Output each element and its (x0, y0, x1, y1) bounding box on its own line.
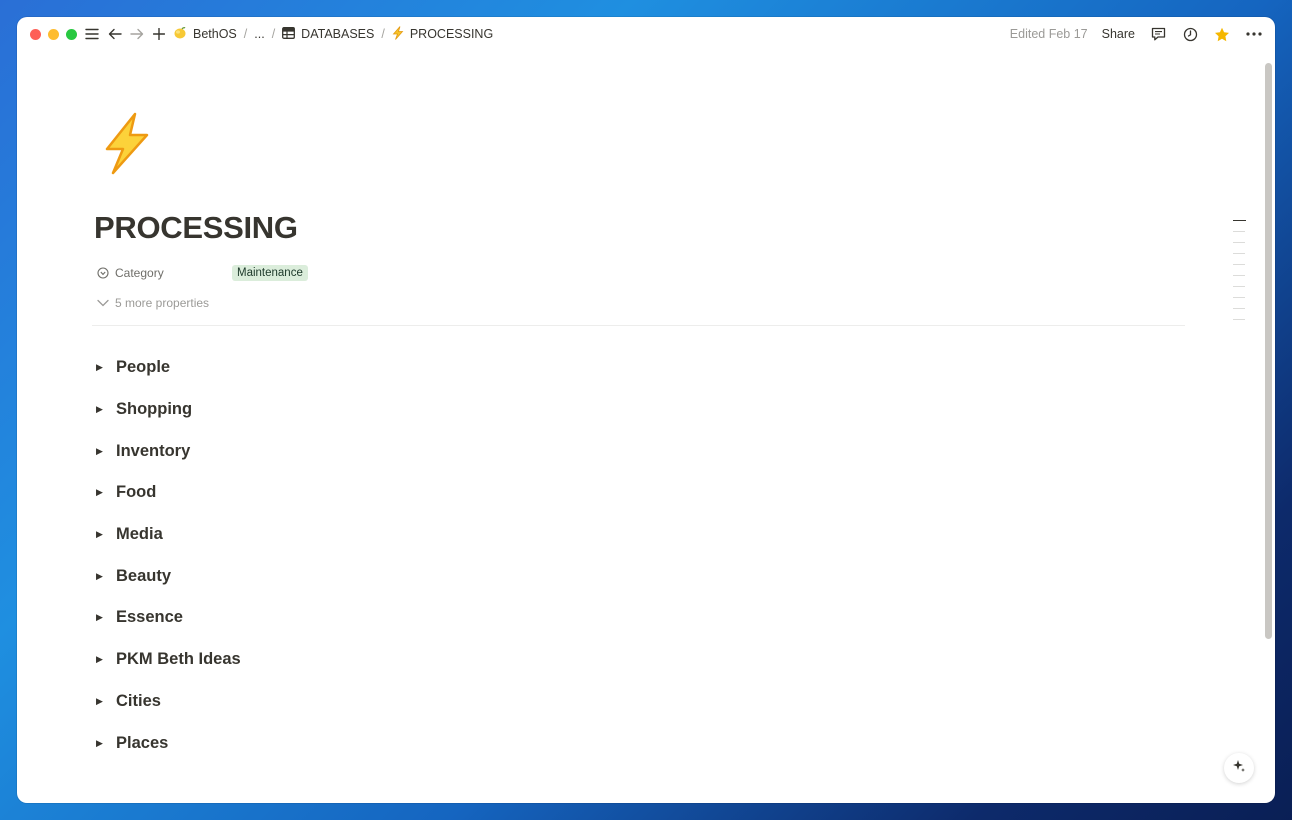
toggle-triangle-icon[interactable]: ▶ (96, 404, 108, 415)
toggle-list: ▶ People ▶ Shopping ▶ Inventory ▶ Food ▶ Medi… (96, 347, 241, 764)
select-property-icon (97, 267, 109, 279)
chevron-down-icon (97, 296, 109, 310)
more-options-icon[interactable] (1245, 25, 1263, 43)
favorite-star-icon[interactable] (1213, 25, 1231, 43)
breadcrumb-ellipsis[interactable]: ... (254, 27, 264, 41)
breadcrumb-separator: / (271, 27, 276, 41)
lemon-emoji-icon (173, 26, 187, 43)
toggle-label: Cities (116, 691, 161, 710)
edited-timestamp: Edited Feb 17 (1009, 27, 1088, 41)
close-window-button[interactable] (30, 29, 41, 40)
new-page-plus-icon[interactable] (150, 25, 168, 43)
page-lightning-icon[interactable] (99, 111, 155, 177)
toggle-label: PKM Beth Ideas (116, 650, 241, 669)
toggle-label: Beauty (116, 566, 172, 585)
share-button[interactable]: Share (1102, 27, 1135, 41)
breadcrumb-bethos[interactable]: BethOS (173, 26, 237, 43)
top-bar-actions: Edited Feb 17 Share (1010, 17, 1263, 51)
breadcrumb: BethOS / ... / DATABASES / PROCESSING (173, 17, 493, 51)
toggle-label: People (116, 358, 171, 377)
properties-divider (92, 325, 1185, 326)
property-label: Category (115, 266, 164, 280)
toggle-pkm-beth-ideas[interactable]: ▶ PKM Beth Ideas (96, 639, 241, 681)
history-clock-icon[interactable] (1181, 25, 1199, 43)
toggle-triangle-icon[interactable]: ▶ (96, 738, 108, 749)
toggle-food[interactable]: ▶ Food (96, 472, 241, 514)
toggle-shopping[interactable]: ▶ Shopping (96, 389, 241, 431)
category-tag[interactable]: Maintenance (232, 265, 308, 281)
toggle-places[interactable]: ▶ Places (96, 722, 241, 764)
back-arrow-icon[interactable] (106, 25, 124, 43)
more-properties-label: 5 more properties (115, 296, 210, 310)
toggle-triangle-icon[interactable]: ▶ (96, 696, 108, 707)
toggle-triangle-icon[interactable]: ▶ (96, 446, 108, 457)
toggle-label: Food (116, 483, 157, 502)
forward-arrow-icon[interactable] (128, 25, 146, 43)
lightning-emoji-icon (392, 25, 404, 43)
toggle-triangle-icon[interactable]: ▶ (96, 654, 108, 665)
toggle-people[interactable]: ▶ People (96, 347, 241, 389)
top-bar: BethOS / ... / DATABASES / PROCESSING Ed… (17, 17, 1275, 51)
toggle-label: Media (116, 525, 163, 544)
toggle-cities[interactable]: ▶ Cities (96, 681, 241, 723)
more-properties-toggle[interactable]: 5 more properties (97, 294, 209, 312)
toggle-triangle-icon[interactable]: ▶ (96, 571, 108, 582)
sparkle-icon (1232, 759, 1246, 778)
breadcrumb-databases[interactable]: DATABASES (282, 26, 374, 42)
table-of-contents-outline[interactable] (1233, 220, 1247, 330)
sidebar-menu-icon[interactable] (83, 25, 101, 43)
breadcrumb-processing[interactable]: PROCESSING (392, 25, 493, 43)
toggle-media[interactable]: ▶ Media (96, 514, 241, 556)
breadcrumb-separator: / (381, 27, 385, 41)
comments-icon[interactable] (1149, 25, 1167, 43)
toggle-label: Essence (116, 608, 183, 627)
property-row-category[interactable]: Category Maintenance (97, 264, 308, 282)
breadcrumb-separator: / (243, 27, 248, 41)
toggle-essence[interactable]: ▶ Essence (96, 597, 241, 639)
toggle-triangle-icon[interactable]: ▶ (96, 487, 108, 498)
vertical-scrollbar[interactable] (1265, 63, 1272, 639)
app-window: BethOS / ... / DATABASES / PROCESSING Ed… (17, 17, 1275, 803)
toggle-beauty[interactable]: ▶ Beauty (96, 555, 241, 597)
toggle-triangle-icon[interactable]: ▶ (96, 362, 108, 373)
toggle-triangle-icon[interactable]: ▶ (96, 529, 108, 540)
toggle-inventory[interactable]: ▶ Inventory (96, 430, 241, 472)
toggle-label: Places (116, 733, 169, 752)
toggle-label: Shopping (116, 400, 193, 419)
ai-assistant-button[interactable] (1224, 753, 1254, 783)
toggle-triangle-icon[interactable]: ▶ (96, 612, 108, 623)
page-title[interactable]: PROCESSING (94, 210, 298, 246)
table-icon (282, 26, 296, 42)
zoom-window-button[interactable] (66, 29, 77, 40)
minimize-window-button[interactable] (48, 29, 59, 40)
toggle-label: Inventory (116, 441, 191, 460)
